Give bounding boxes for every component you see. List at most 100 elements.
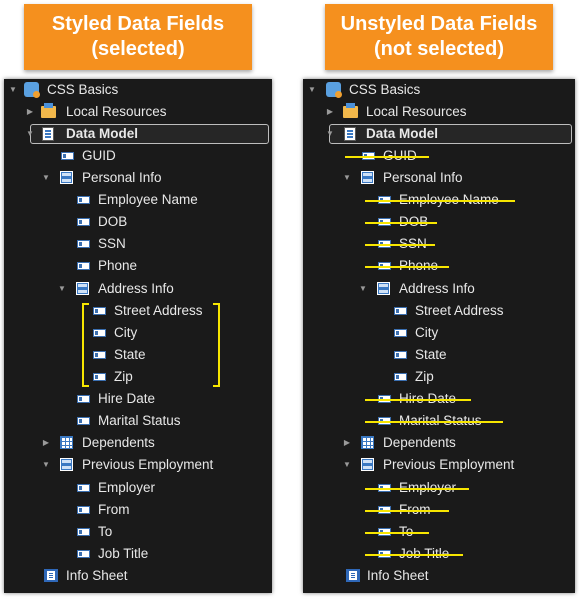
expand-arrow-icon[interactable]: ▼ bbox=[325, 123, 335, 145]
table-icon bbox=[60, 436, 73, 449]
tree-item-label: Zip bbox=[114, 369, 133, 384]
tree-item-personal-info[interactable]: ▼ Personal Info bbox=[4, 167, 272, 189]
tree-item-label: SSN bbox=[98, 236, 126, 251]
strike-through-mark bbox=[365, 554, 463, 556]
tree-item-label: Employee Name bbox=[98, 192, 198, 207]
tree-item-city[interactable]: City bbox=[4, 322, 272, 344]
tree-item-css-basics[interactable]: ▼ CSS Basics bbox=[303, 79, 575, 101]
strike-through-mark bbox=[365, 510, 449, 512]
tree-item-label: Data Model bbox=[66, 126, 139, 141]
expand-arrow-icon[interactable]: ▼ bbox=[342, 454, 352, 476]
expand-arrow-icon[interactable]: ▼ bbox=[57, 278, 67, 300]
tree-item-label: Hire Date bbox=[98, 391, 156, 406]
tree-item-dob[interactable]: DOB bbox=[303, 211, 575, 233]
field-icon bbox=[394, 329, 407, 337]
tree-item-zip[interactable]: Zip bbox=[4, 366, 272, 388]
tree-item-info-sheet[interactable]: Info Sheet bbox=[4, 565, 272, 587]
tree-item-zip[interactable]: Zip bbox=[303, 366, 575, 388]
tree-item-label: Job Title bbox=[98, 546, 149, 561]
expand-arrow-icon[interactable]: ▼ bbox=[8, 79, 18, 101]
expand-arrow-icon[interactable]: ▼ bbox=[25, 123, 35, 145]
tree-item-street-address[interactable]: Street Address bbox=[4, 300, 272, 322]
tree-item-to[interactable]: To bbox=[4, 521, 272, 543]
tree-item-label: Previous Employment bbox=[82, 457, 214, 472]
tree-item-employee-name[interactable]: Employee Name bbox=[4, 189, 272, 211]
tree-item-dependents[interactable]: ▶ Dependents bbox=[4, 432, 272, 454]
tree-item-local-resources[interactable]: ▶ Local Resources bbox=[4, 101, 272, 123]
strike-through-mark bbox=[365, 266, 449, 268]
banner-subtitle: (selected) bbox=[91, 38, 185, 60]
banner-title: Unstyled Data Fields bbox=[340, 13, 538, 35]
data-model-icon bbox=[344, 127, 356, 141]
tree-item-label: Info Sheet bbox=[66, 568, 128, 583]
tree-item-label: CSS Basics bbox=[349, 82, 421, 97]
folder-icon bbox=[41, 103, 56, 118]
tree-item-to[interactable]: To bbox=[303, 521, 575, 543]
entity-icon bbox=[60, 458, 73, 471]
tree-item-label: City bbox=[114, 325, 138, 340]
entity-icon bbox=[377, 282, 390, 295]
field-icon bbox=[93, 307, 106, 315]
tree-item-city[interactable]: City bbox=[303, 322, 575, 344]
tree-item-ssn[interactable]: SSN bbox=[4, 233, 272, 255]
tree-item-label: State bbox=[415, 347, 447, 362]
expand-arrow-icon[interactable]: ▼ bbox=[41, 167, 51, 189]
strike-through-mark bbox=[345, 156, 429, 158]
field-icon bbox=[77, 218, 90, 226]
data-model-icon bbox=[42, 127, 54, 141]
field-icon bbox=[77, 196, 90, 204]
expand-arrow-icon[interactable]: ▼ bbox=[41, 454, 51, 476]
expand-arrow-icon[interactable]: ▼ bbox=[307, 79, 317, 101]
project-tree-unstyled: ▼ CSS Basics ▶ Local Resources ▼ Data Mo… bbox=[303, 79, 575, 593]
tree-item-state[interactable]: State bbox=[303, 344, 575, 366]
strike-through-mark bbox=[365, 244, 435, 246]
table-icon bbox=[361, 436, 374, 449]
tree-item-ssn[interactable]: SSN bbox=[303, 233, 575, 255]
tree-item-label: From bbox=[98, 502, 130, 517]
collapse-arrow-icon[interactable]: ▶ bbox=[342, 432, 352, 454]
tree-item-address-info[interactable]: ▼ Address Info bbox=[4, 278, 272, 300]
tree-item-previous-employment[interactable]: ▼ Previous Employment bbox=[303, 454, 575, 476]
tree-item-local-resources[interactable]: ▶ Local Resources bbox=[303, 101, 575, 123]
collapse-arrow-icon[interactable]: ▶ bbox=[325, 101, 335, 123]
tree-item-from[interactable]: From bbox=[4, 499, 272, 521]
tree-item-label: To bbox=[98, 524, 113, 539]
tree-item-label: City bbox=[415, 325, 439, 340]
field-icon bbox=[61, 152, 74, 160]
entity-icon bbox=[60, 171, 73, 184]
strike-through-mark bbox=[365, 421, 503, 423]
tree-item-dependents[interactable]: ▶ Dependents bbox=[303, 432, 575, 454]
tree-item-hire-date[interactable]: Hire Date bbox=[4, 388, 272, 410]
collapse-arrow-icon[interactable]: ▶ bbox=[41, 432, 51, 454]
tree-item-info-sheet[interactable]: Info Sheet bbox=[303, 565, 575, 587]
expand-arrow-icon[interactable]: ▼ bbox=[342, 167, 352, 189]
tree-item-previous-employment[interactable]: ▼ Previous Employment bbox=[4, 454, 272, 476]
tree-item-data-model[interactable]: ▼ Data Model bbox=[303, 123, 575, 145]
tree-item-data-model[interactable]: ▼ Data Model bbox=[4, 123, 272, 145]
tree-item-label: Street Address bbox=[415, 303, 504, 318]
tree-item-guid[interactable]: GUID bbox=[303, 145, 575, 167]
entity-icon bbox=[76, 282, 89, 295]
entity-icon bbox=[361, 171, 374, 184]
tree-item-marital-status[interactable]: Marital Status bbox=[4, 410, 272, 432]
tree-item-label: Local Resources bbox=[66, 104, 167, 119]
field-icon bbox=[77, 240, 90, 248]
tree-item-address-info[interactable]: ▼ Address Info bbox=[303, 278, 575, 300]
tree-item-personal-info[interactable]: ▼ Personal Info bbox=[303, 167, 575, 189]
expand-arrow-icon[interactable]: ▼ bbox=[358, 278, 368, 300]
tree-item-employer[interactable]: Employer bbox=[4, 477, 272, 499]
collapse-arrow-icon[interactable]: ▶ bbox=[25, 101, 35, 123]
field-icon bbox=[93, 329, 106, 337]
tree-item-label: Personal Info bbox=[82, 170, 162, 185]
tree-item-css-basics[interactable]: ▼ CSS Basics bbox=[4, 79, 272, 101]
tree-item-job-title[interactable]: Job Title bbox=[4, 543, 272, 565]
tree-item-phone[interactable]: Phone bbox=[4, 255, 272, 277]
styled-fields-banner: Styled Data Fields (selected) bbox=[24, 4, 252, 70]
tree-item-state[interactable]: State bbox=[4, 344, 272, 366]
project-icon bbox=[24, 82, 40, 98]
tree-item-guid[interactable]: GUID bbox=[4, 145, 272, 167]
field-icon bbox=[394, 373, 407, 381]
field-icon bbox=[77, 417, 90, 425]
tree-item-street-address[interactable]: Street Address bbox=[303, 300, 575, 322]
tree-item-dob[interactable]: DOB bbox=[4, 211, 272, 233]
